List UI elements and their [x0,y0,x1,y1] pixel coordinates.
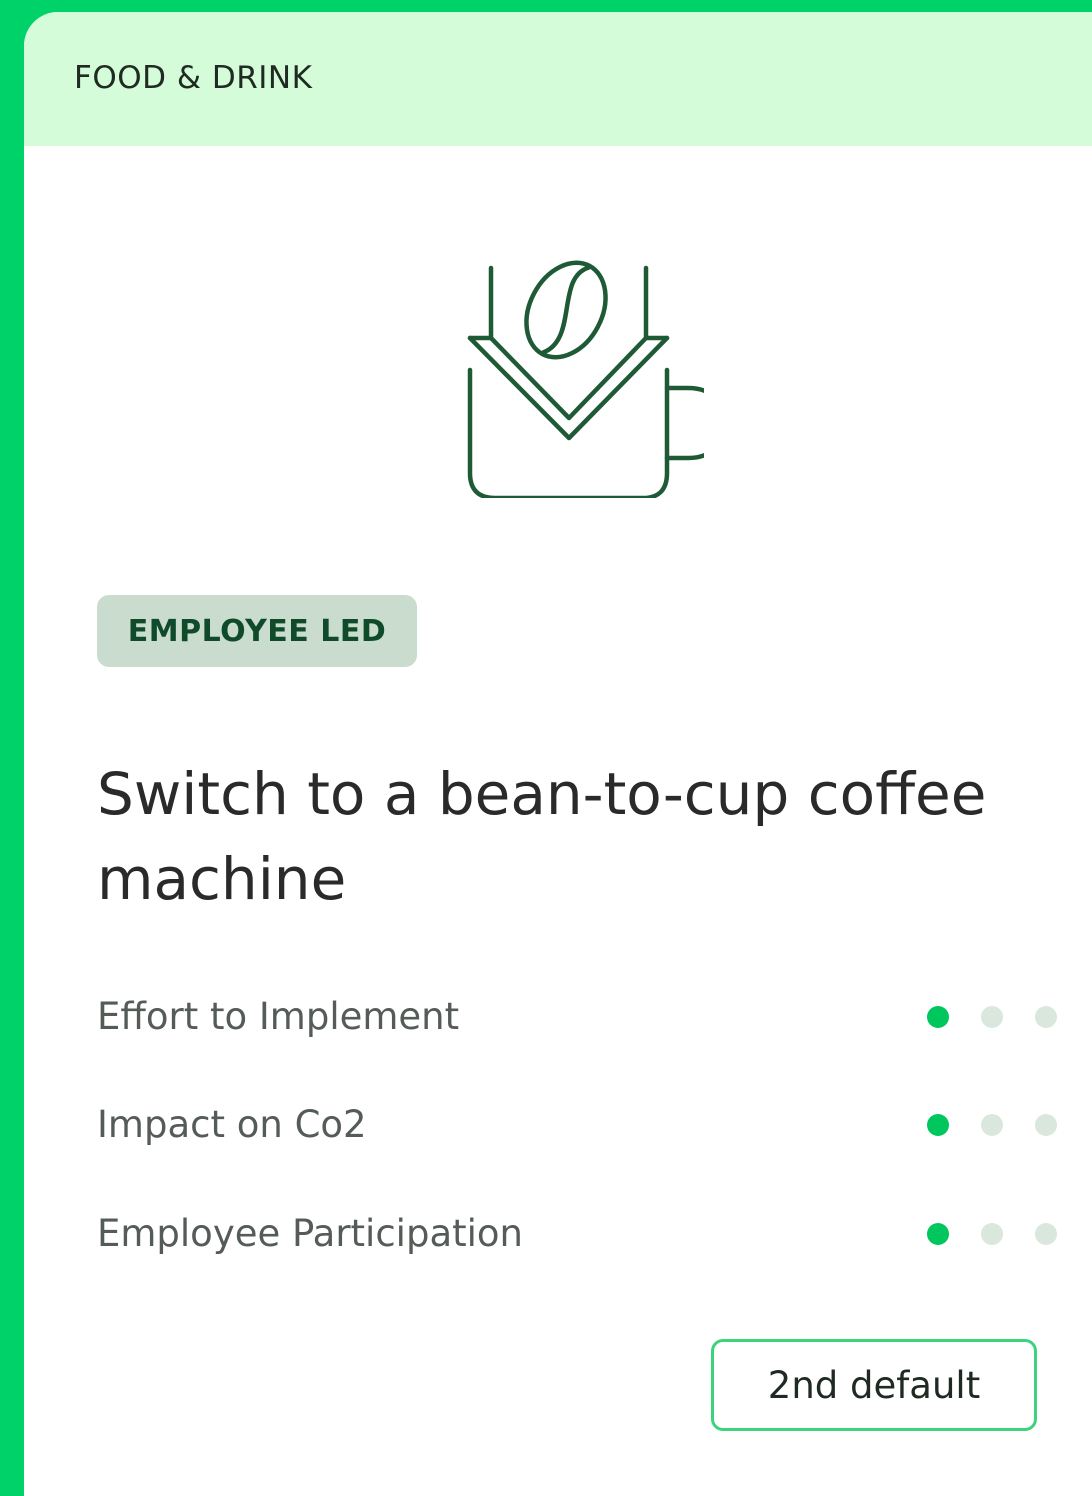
metric-label: Impact on Co2 [97,1103,367,1146]
rating-dot [927,1223,949,1245]
rating-dot [1035,1114,1057,1136]
metric-row-participation: Employee Participation [97,1204,1057,1264]
rating-dot [981,1006,1003,1028]
rating-dot [927,1006,949,1028]
card-header: FOOD & DRINK [24,12,1092,146]
rating-dot [981,1223,1003,1245]
default-button[interactable]: 2nd default [711,1339,1037,1431]
action-card: FOOD & DRINK EMPLOYEE LED Switch to a be… [24,12,1092,1496]
category-label: FOOD & DRINK [74,60,313,96]
metric-row-impact: Impact on Co2 [97,1095,1057,1155]
rating-dots [927,1223,1057,1245]
status-badge: EMPLOYEE LED [97,595,417,667]
card-title: Switch to a bean-to-cup coffee machine [97,760,987,913]
rating-dot [1035,1006,1057,1028]
metric-label: Employee Participation [97,1212,523,1255]
rating-dots [927,1114,1057,1136]
coffee-bean-into-cup-icon [467,260,704,498]
rating-dots [927,1006,1057,1028]
rating-dot [927,1114,949,1136]
rating-dot [1035,1223,1057,1245]
metric-label: Effort to Implement [97,995,460,1038]
metric-row-effort: Effort to Implement [97,987,1057,1047]
rating-dot [981,1114,1003,1136]
